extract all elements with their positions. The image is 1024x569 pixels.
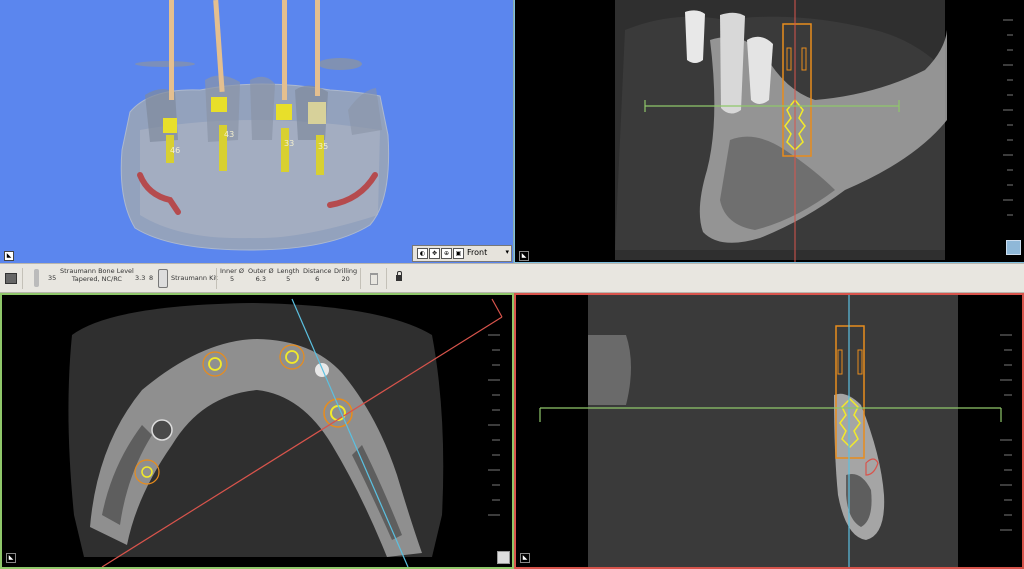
sleeve-distance: Distance 6	[303, 267, 331, 283]
view-select-value[interactable]: Front	[467, 248, 487, 257]
sleeve-length: Length 5	[277, 267, 299, 283]
inner-diameter: Inner Ø 5	[220, 267, 244, 283]
implant-icon[interactable]	[34, 269, 39, 287]
tooth-label-35: 35	[318, 142, 329, 151]
sagittal-menu-icon[interactable]: ◣	[519, 251, 529, 261]
implant-43[interactable]	[211, 97, 227, 112]
length-value: 5	[286, 275, 291, 283]
implant-name-line2: Tapered, NC/RC	[71, 275, 122, 283]
tooth-number: 35	[48, 274, 57, 282]
implant-toolbar: 35 Straumann Bone Level Tapered, NC/RC 3…	[0, 263, 1024, 293]
outer-value: 6.3	[255, 275, 266, 283]
axial-ct-slice[interactable]	[2, 295, 512, 567]
axial-menu-icon[interactable]: ◣	[6, 553, 16, 563]
kit-canister-icon[interactable]	[158, 269, 168, 288]
tooth-label-46: 46	[170, 146, 181, 155]
implant-name-line1: Straumann Bone Level	[60, 267, 134, 275]
implant-33[interactable]	[276, 104, 292, 120]
sagittal-view-pane[interactable]: ◣	[514, 0, 1024, 263]
kit-name[interactable]: Straumann Kit	[171, 274, 218, 282]
view-selector[interactable]: ◐ ✥ ⊕ ▣ Front ▾	[412, 245, 512, 262]
maximize-icon[interactable]	[497, 551, 510, 564]
guide-pin-33[interactable]	[282, 0, 287, 100]
implant-35[interactable]	[308, 102, 326, 124]
view-3d-menu-icon[interactable]: ◣	[4, 251, 14, 261]
length-label: Length	[277, 267, 300, 275]
drilling-label: Drilling	[334, 267, 358, 275]
cross-menu-icon[interactable]: ◣	[520, 553, 530, 563]
outer-diameter: Outer Ø 6.3	[248, 267, 274, 283]
cross-section-ct-slice[interactable]	[516, 295, 1022, 567]
jaw-3d-render[interactable]	[0, 0, 514, 263]
sagittal-ct-slice[interactable]	[515, 0, 1024, 263]
drilling-value: 20	[341, 275, 350, 283]
outer-label: Outer Ø	[248, 267, 274, 275]
implant-name[interactable]: Straumann Bone Level Tapered, NC/RC	[60, 267, 134, 283]
guide-pin-46[interactable]	[169, 0, 174, 100]
tooth-label-43: 43	[224, 130, 235, 139]
implant-length: 8	[149, 274, 154, 282]
guide-pin-35[interactable]	[315, 0, 320, 96]
inner-label: Inner Ø	[220, 267, 245, 275]
implant-46[interactable]	[163, 118, 177, 133]
distance-value: 6	[315, 275, 320, 283]
implant-diameter: 3.3	[135, 274, 146, 282]
chevron-down-icon[interactable]: ▾	[505, 248, 509, 256]
pan-icon[interactable]: ✥	[429, 248, 440, 259]
cube-orientation-icon[interactable]	[1006, 240, 1021, 255]
zoom-icon[interactable]: ⊕	[441, 248, 452, 259]
trash-icon[interactable]	[370, 273, 378, 285]
view-3d-pane[interactable]: 46 43 33 35 ◣ ◐ ✥ ⊕ ▣ Front ▾	[0, 0, 514, 263]
rotate-icon[interactable]: ◐	[417, 248, 428, 259]
reset-icon[interactable]: ▣	[453, 248, 464, 259]
drilling-depth: Drilling 20	[334, 267, 357, 283]
distance-label: Distance	[303, 267, 332, 275]
inner-value: 5	[229, 275, 235, 283]
tooth-label-33: 33	[284, 139, 295, 148]
axial-view-pane[interactable]: ◣	[0, 293, 514, 569]
cross-section-view-pane[interactable]: ◣	[514, 293, 1024, 569]
camera-icon[interactable]	[5, 273, 17, 284]
